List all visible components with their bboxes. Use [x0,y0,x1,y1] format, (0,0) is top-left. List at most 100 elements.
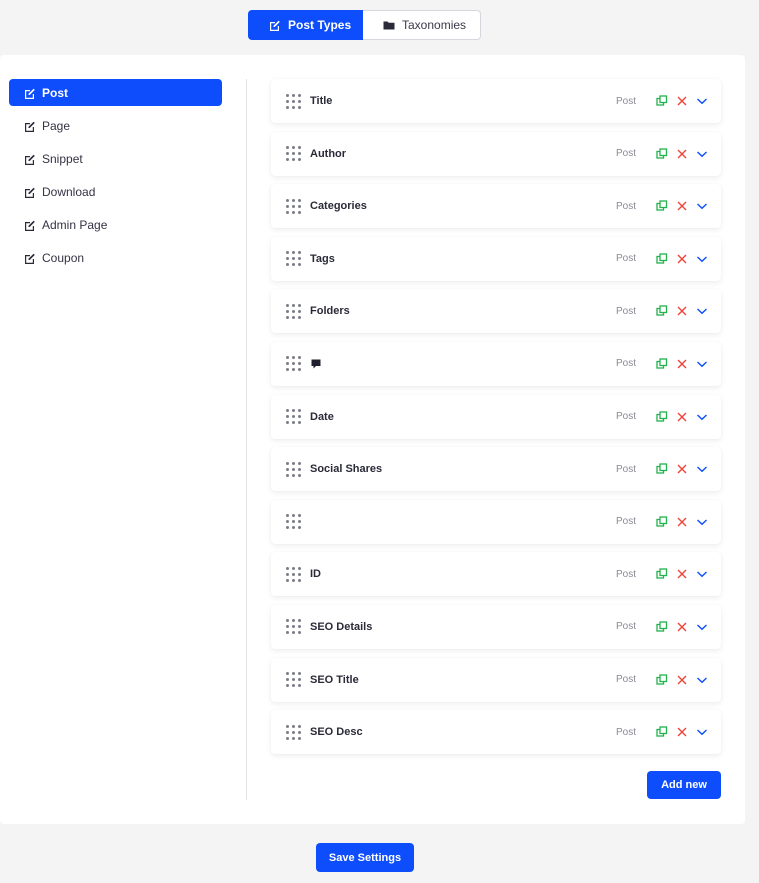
tab-taxonomies[interactable]: Taxonomies [363,10,481,40]
sidebar-item-label: Post [42,85,69,100]
field-type: Post [615,358,636,370]
field-icon [310,358,322,370]
field-type: Post [615,674,636,686]
chevron-down-icon[interactable] [696,726,708,738]
duplicate-icon[interactable] [656,147,668,160]
drag-handle-icon[interactable] [286,251,301,267]
tab-label: Post Types [288,18,352,32]
delete-icon[interactable] [676,621,688,633]
duplicate-icon[interactable] [656,516,668,528]
drag-handle-icon[interactable] [286,93,301,109]
drag-handle-icon[interactable] [286,198,301,214]
field-row: Post [271,499,721,544]
field-row: SEO Details Post [271,604,721,649]
edit-icon [25,253,35,264]
drag-handle-icon[interactable] [286,619,301,635]
drag-handle-icon[interactable] [286,461,301,477]
drag-handle-icon[interactable] [286,672,301,688]
field-row: Post [271,341,721,386]
field-label: Title [310,95,333,107]
edit-icon [270,20,280,31]
save-settings-button[interactable]: Save Settings [316,843,414,872]
add-new-button[interactable]: Add new [647,771,721,799]
duplicate-icon[interactable] [656,253,668,265]
field-type: Post [615,148,636,160]
delete-icon[interactable] [676,358,688,370]
chevron-down-icon[interactable] [696,305,708,317]
duplicate-icon[interactable] [656,621,668,633]
field-label: ID [310,568,321,581]
field-list: Title Post Author Post Categories Post Tags Pos… [271,79,721,763]
field-row: Social Shares Post [271,447,721,492]
field-label: SEO Details [310,620,373,633]
duplicate-icon[interactable] [656,568,668,580]
delete-icon[interactable] [676,463,688,475]
delete-icon[interactable] [676,305,688,317]
sidebar-item-page[interactable]: Page [9,112,222,139]
duplicate-icon[interactable] [656,358,668,370]
edit-icon [25,88,35,99]
edit-icon [25,220,35,231]
drag-handle-icon[interactable] [286,514,301,530]
drag-handle-icon[interactable] [286,146,301,162]
field-type: Post [615,411,636,423]
chevron-down-icon[interactable] [696,148,708,160]
field-label: Author [310,147,347,160]
delete-icon[interactable] [676,411,688,423]
field-label: Tags [310,252,335,265]
delete-icon[interactable] [676,95,688,107]
drag-handle-icon[interactable] [286,724,301,740]
chevron-down-icon[interactable] [696,411,708,423]
sidebar-item-snippet[interactable]: Snippet [9,145,222,172]
field-label: Social Shares [310,463,383,476]
field-row: Date Post [271,394,721,439]
delete-icon[interactable] [676,200,688,212]
field-label: Categories [310,200,367,213]
chevron-down-icon[interactable] [696,674,708,686]
field-row: Folders Post [271,289,721,334]
delete-icon[interactable] [676,516,688,528]
field-type: Post [615,305,636,317]
sidebar-item-admin-page[interactable]: Admin Page [9,211,222,238]
drag-handle-icon[interactable] [286,356,301,372]
duplicate-icon[interactable] [656,726,668,738]
top-tabs: Post Types Taxonomies [248,10,481,40]
duplicate-icon[interactable] [656,463,668,475]
drag-handle-icon[interactable] [286,409,301,425]
duplicate-icon[interactable] [656,673,668,686]
sidebar-item-label: Download [42,184,96,199]
drag-handle-icon[interactable] [286,303,301,319]
chevron-down-icon[interactable] [696,516,708,528]
duplicate-icon[interactable] [656,410,668,423]
chevron-down-icon[interactable] [696,200,708,212]
chevron-down-icon[interactable] [696,358,708,370]
chevron-down-icon[interactable] [696,621,708,633]
chevron-down-icon[interactable] [696,568,708,580]
sidebar-item-coupon[interactable]: Coupon [9,244,222,271]
chevron-down-icon[interactable] [696,95,708,107]
delete-icon[interactable] [676,726,688,738]
sidebar-item-label: Admin Page [42,217,108,232]
sidebar-item-download[interactable]: Download [9,178,222,205]
duplicate-icon[interactable] [656,200,668,212]
folder-icon [383,21,395,30]
field-type: Post [615,568,636,580]
field-type: Post [615,95,636,107]
delete-icon[interactable] [676,148,688,160]
delete-icon[interactable] [676,253,688,265]
duplicate-icon[interactable] [656,95,668,107]
field-label: Folders [310,305,350,318]
field-label: SEO Title [310,673,359,686]
sidebar-item-post[interactable]: Post [9,79,222,106]
delete-icon[interactable] [676,568,688,580]
edit-icon [25,154,35,165]
field-row: SEO Desc Post [271,710,721,755]
delete-icon[interactable] [676,674,688,686]
tab-post-types[interactable]: Post Types [248,10,363,40]
field-label: SEO Desc [310,726,363,739]
chevron-down-icon[interactable] [696,463,708,475]
drag-handle-icon[interactable] [286,566,301,582]
duplicate-icon[interactable] [656,305,668,317]
chevron-down-icon[interactable] [696,253,708,265]
tab-label: Taxonomies [402,18,467,32]
